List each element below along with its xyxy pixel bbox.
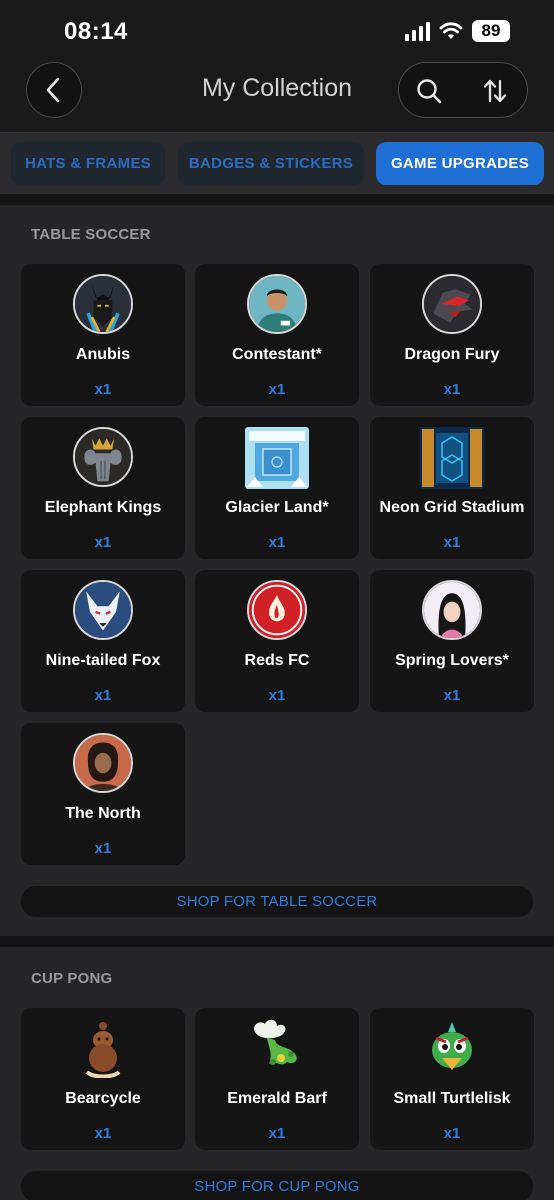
item-card-elephant-kings[interactable]: Elephant Kings x1 <box>21 417 185 559</box>
item-card-nine-tailed-fox[interactable]: Nine-tailed Fox x1 <box>21 570 185 712</box>
item-quantity: x1 <box>268 687 286 704</box>
item-quantity: x1 <box>443 687 461 704</box>
item-name: Glacier Land* <box>225 499 329 516</box>
section-cup-pong: CUP PONG Bearcycle x1 Emerald Barf x1 Sm… <box>0 947 554 1200</box>
reds-crest-icon <box>247 580 307 640</box>
item-quantity: x1 <box>94 840 112 857</box>
item-name: The North <box>65 805 141 822</box>
anubis-icon <box>73 274 133 334</box>
nav-actions <box>398 62 528 118</box>
neon-stadium-icon <box>420 427 484 489</box>
status-bar: 08:14 89 <box>0 0 554 62</box>
item-name: Dragon Fury <box>404 346 500 363</box>
contestant-icon <box>247 274 307 334</box>
search-icon[interactable] <box>415 77 443 105</box>
item-quantity: x1 <box>443 381 461 398</box>
status-icons: 89 <box>405 20 510 42</box>
item-quantity: x1 <box>268 1125 286 1142</box>
item-name: Spring Lovers* <box>395 652 509 669</box>
spring-lovers-icon <box>422 580 482 640</box>
item-quantity: x1 <box>94 534 112 551</box>
item-card-small-turtlelisk[interactable]: Small Turtlelisk x1 <box>370 1008 534 1150</box>
item-card-neon-grid-stadium[interactable]: Neon Grid Stadium x1 <box>370 417 534 559</box>
shop-table-soccer-button[interactable]: SHOP FOR TABLE SOCCER <box>21 886 533 917</box>
item-name: Reds FC <box>244 652 310 669</box>
item-quantity: x1 <box>268 534 286 551</box>
tab-badges-stickers[interactable]: BADGES & STICKERS <box>178 142 364 185</box>
category-tabs: HATS & FRAMES BADGES & STICKERS GAME UPG… <box>0 132 554 194</box>
wifi-icon <box>439 22 463 39</box>
item-quantity: x1 <box>443 534 461 551</box>
tab-game-upgrades[interactable]: GAME UPGRADES <box>376 142 544 185</box>
the-north-icon <box>73 733 133 793</box>
item-card-contestant[interactable]: Contestant* x1 <box>195 264 359 406</box>
glacier-stadium-icon <box>245 427 309 489</box>
battery-indicator: 89 <box>472 20 510 42</box>
item-card-reds-fc[interactable]: Reds FC x1 <box>195 570 359 712</box>
elephant-icon <box>73 427 133 487</box>
item-name: Nine-tailed Fox <box>45 652 161 669</box>
section-divider <box>0 194 554 205</box>
sort-icon[interactable] <box>481 77 509 105</box>
nav-bar: My Collection <box>0 62 554 132</box>
section-divider <box>0 936 554 947</box>
item-card-dragon-fury[interactable]: Dragon Fury x1 <box>370 264 534 406</box>
item-card-spring-lovers[interactable]: Spring Lovers* x1 <box>370 570 534 712</box>
item-quantity: x1 <box>443 1125 461 1142</box>
section-title: TABLE SOCCER <box>31 226 151 243</box>
emerald-barf-icon <box>247 1018 307 1078</box>
turtlelisk-icon <box>422 1018 482 1078</box>
fox-icon <box>73 580 133 640</box>
item-card-glacier-land[interactable]: Glacier Land* x1 <box>195 417 359 559</box>
dragon-icon <box>422 274 482 334</box>
item-name: Elephant Kings <box>44 499 162 516</box>
item-name: Small Turtlelisk <box>393 1090 511 1107</box>
tab-hats-frames[interactable]: HATS & FRAMES <box>11 142 165 185</box>
item-card-the-north[interactable]: The North x1 <box>21 723 185 865</box>
item-card-anubis[interactable]: Anubis x1 <box>21 264 185 406</box>
item-name: Contestant* <box>232 346 322 363</box>
shop-cup-pong-button[interactable]: SHOP FOR CUP PONG <box>21 1171 533 1200</box>
item-quantity: x1 <box>268 381 286 398</box>
item-name: Neon Grid Stadium <box>379 499 525 516</box>
status-time: 08:14 <box>64 18 128 45</box>
bearcycle-icon <box>73 1018 133 1078</box>
section-title: CUP PONG <box>31 970 113 987</box>
item-quantity: x1 <box>94 1125 112 1142</box>
cellular-signal-icon <box>405 21 430 41</box>
item-name: Emerald Barf <box>227 1090 327 1107</box>
item-name: Anubis <box>75 346 131 363</box>
item-name: Bearcycle <box>65 1090 141 1107</box>
item-card-emerald-barf[interactable]: Emerald Barf x1 <box>195 1008 359 1150</box>
section-table-soccer: TABLE SOCCER Anubis x1 Contestant* x1 Dr… <box>0 205 554 936</box>
item-quantity: x1 <box>94 687 112 704</box>
item-quantity: x1 <box>94 381 112 398</box>
item-card-bearcycle[interactable]: Bearcycle x1 <box>21 1008 185 1150</box>
